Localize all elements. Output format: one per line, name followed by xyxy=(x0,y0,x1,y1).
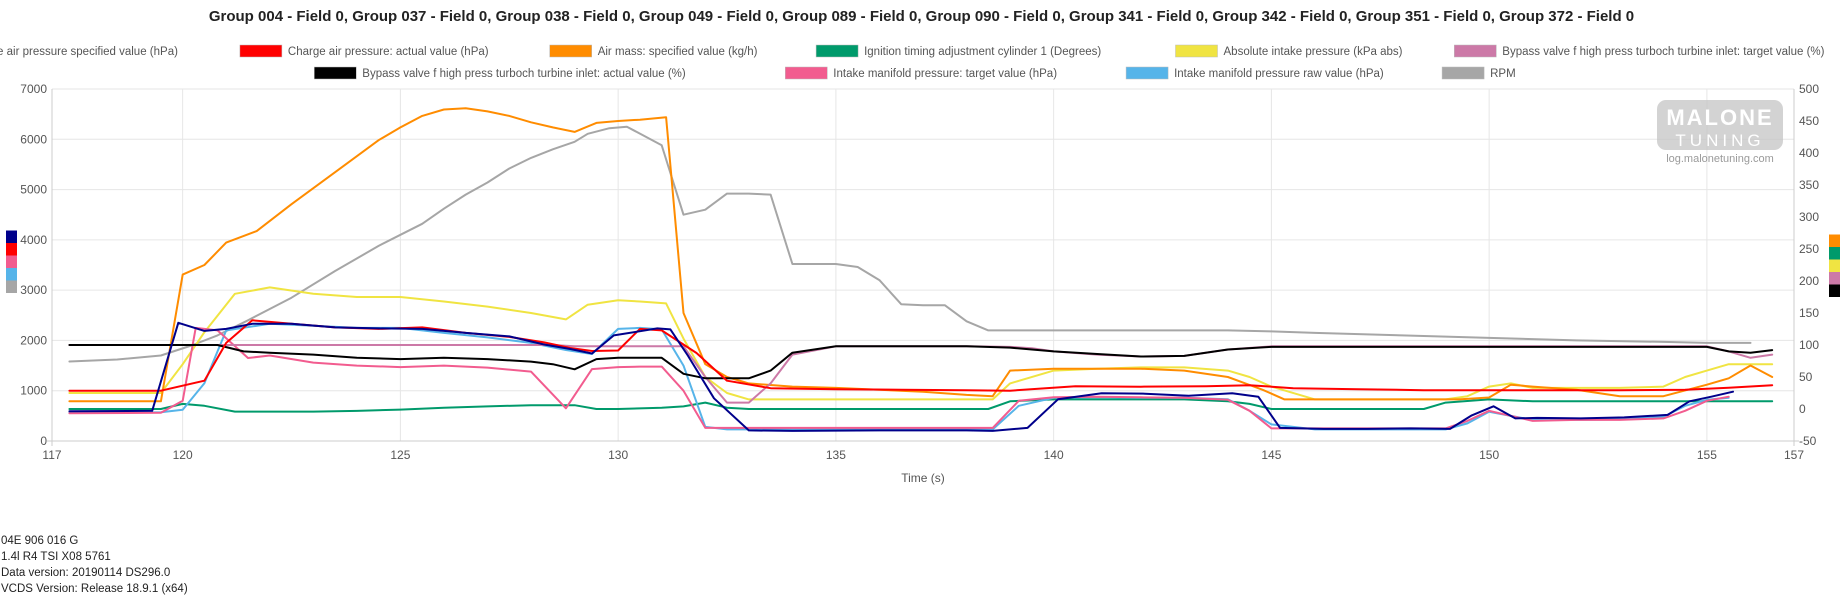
left-axis-series-indicator xyxy=(6,243,17,256)
y-tick-label-right: 200 xyxy=(1799,274,1819,288)
x-tick-label: 150 xyxy=(1479,448,1499,462)
x-axis-label: Time (s) xyxy=(901,471,945,485)
right-axis-series-indicator xyxy=(1829,234,1840,247)
legend-item: Absolute intake pressure (kPa abs) xyxy=(1175,44,1403,58)
chart-svg: Group 004 - Field 0, Group 037 - Field 0… xyxy=(0,8,1840,485)
y-tick-label-left: 3000 xyxy=(20,283,47,297)
legend-swatch xyxy=(1454,44,1497,58)
logo-brand-bottom: TUNING xyxy=(1675,131,1764,150)
vcds-version: VCDS Version: Release 18.9.1 (x64) xyxy=(1,583,188,595)
legend-item: Bypass valve f high press turboch turbin… xyxy=(1454,44,1825,58)
right-axis-series-indicator xyxy=(1829,272,1840,285)
logo-url: log.malonetuning.com xyxy=(1666,153,1774,165)
legend-swatch xyxy=(549,44,592,58)
left-axis-series-indicator xyxy=(6,230,17,243)
legend-label: Ignition timing adjustment cylinder 1 (D… xyxy=(864,46,1101,58)
legend-item: Intake manifold pressure raw value (hPa) xyxy=(1125,66,1384,80)
series-line-ignition-timing-adjustment-cylinder-1-degrees xyxy=(68,398,1774,413)
y-tick-label-right: 0 xyxy=(1799,402,1806,416)
engine-description: 1.4l R4 TSI X08 5761 xyxy=(1,551,111,563)
legend-item: Charge air pressure: actual value (hPa) xyxy=(239,44,489,58)
right-axis-series-indicator xyxy=(1829,284,1840,297)
legend-label: Bypass valve f high press turboch turbin… xyxy=(362,68,686,80)
y-tick-label-right: 250 xyxy=(1799,242,1819,256)
series-line-intake-manifold-pressure-raw-value-hpa xyxy=(68,322,1730,431)
legend-item: RPM xyxy=(1441,66,1516,80)
y-tick-label-right: 350 xyxy=(1799,178,1819,192)
x-tick-label: 120 xyxy=(173,448,193,462)
chart-title: Group 004 - Field 0, Group 037 - Field 0… xyxy=(209,8,1634,25)
legend-swatch xyxy=(314,66,357,80)
legend-item: Air mass: specified value (kg/h) xyxy=(549,44,758,58)
y-tick-label-right: 400 xyxy=(1799,146,1819,160)
y-tick-label-left: 4000 xyxy=(20,233,47,247)
legend-label: Intake manifold pressure raw value (hPa) xyxy=(1174,68,1384,80)
series-line-bypass-valve-f-high-press-turboch-turbine-inlet-actual-value xyxy=(68,344,1774,380)
y-tick-label-right: 450 xyxy=(1799,114,1819,128)
left-axis-series-indicator xyxy=(6,268,17,281)
ecu-info-block: 04E 906 016 G 1.4l R4 TSI X08 5761 Data … xyxy=(1,533,188,597)
y-tick-label-right: 300 xyxy=(1799,210,1819,224)
plot-area xyxy=(68,107,1774,432)
x-tick-label: 135 xyxy=(826,448,846,462)
malone-tuning-logo: MALONETUNING log.malonetuning.com xyxy=(1657,100,1783,165)
legend-swatch xyxy=(785,66,828,80)
x-tick-label: 145 xyxy=(1261,448,1281,462)
series-line-intake-manifold-pressure-target-value-hpa xyxy=(68,326,1730,430)
x-tick-label: 140 xyxy=(1044,448,1064,462)
legend-label: Air mass: specified value (kg/h) xyxy=(598,46,758,58)
legend-label: Bypass valve f high press turboch turbin… xyxy=(1502,46,1824,58)
legend-swatch xyxy=(815,44,859,58)
y-tick-label-left: 1000 xyxy=(20,384,47,398)
x-tick-label: 157 xyxy=(1784,448,1804,462)
y-tick-label-right: 50 xyxy=(1799,370,1813,384)
x-tick-label: 130 xyxy=(608,448,628,462)
legend-label: Absolute intake pressure (kPa abs) xyxy=(1224,46,1403,58)
legend-label: Charge air pressure specified value (hPa… xyxy=(0,46,178,58)
y-tick-label-right: 150 xyxy=(1799,306,1819,320)
legend-item: Intake manifold pressure: target value (… xyxy=(785,66,1057,80)
legend-item: Ignition timing adjustment cylinder 1 (D… xyxy=(815,44,1101,58)
legend-swatch xyxy=(1125,66,1169,80)
y-tick-label-left: 0 xyxy=(40,434,47,448)
left-axis-series-indicator xyxy=(6,280,17,293)
y-tick-label-left: 2000 xyxy=(20,333,47,347)
legend-item: Charge air pressure specified value (hPa… xyxy=(0,46,178,58)
series-line-air-mass-specified-value-kg-h xyxy=(68,107,1774,403)
legend-swatch xyxy=(1175,44,1218,58)
y-tick-label-right: -50 xyxy=(1799,434,1817,448)
right-axis-series-indicator xyxy=(1829,247,1840,260)
x-tick-label: 125 xyxy=(390,448,410,462)
legend-item: Bypass valve f high press turboch turbin… xyxy=(314,66,686,80)
y-tick-label-left: 5000 xyxy=(20,183,47,197)
y-tick-label-right: 500 xyxy=(1799,82,1819,96)
y-tick-label-left: 6000 xyxy=(20,132,47,146)
x-tick-label: 117 xyxy=(42,448,61,462)
data-version: Data version: 20190114 DS296.0 xyxy=(1,567,171,579)
series-line-bypass-valve-f-high-press-turboch-turbine-inlet-target-value xyxy=(68,344,1774,404)
ecu-part-number: 04E 906 016 G xyxy=(1,535,79,547)
legend-label: RPM xyxy=(1490,68,1516,80)
legend-label: Intake manifold pressure: target value (… xyxy=(833,68,1057,80)
legend-swatch xyxy=(1441,66,1485,80)
x-tick-label: 155 xyxy=(1697,448,1717,462)
legend-swatch xyxy=(239,44,283,58)
right-axis-series-indicator xyxy=(1829,259,1840,272)
logo-brand-top: MALONE xyxy=(1666,105,1773,130)
legend-label: Charge air pressure: actual value (hPa) xyxy=(288,46,489,58)
chart: Group 004 - Field 0, Group 037 - Field 0… xyxy=(0,0,1843,500)
y-tick-label-right: 100 xyxy=(1799,338,1819,352)
y-tick-label-left: 7000 xyxy=(20,82,47,96)
left-axis-series-indicator xyxy=(6,255,17,268)
